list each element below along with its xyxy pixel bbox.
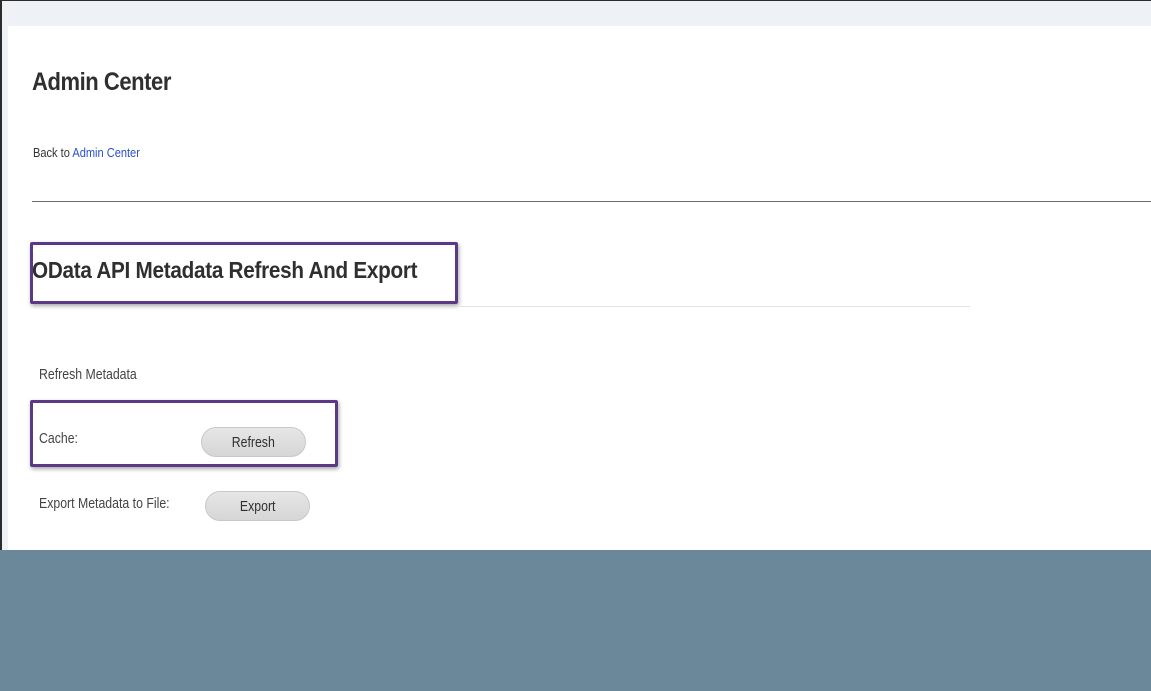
cache-label: Cache: (39, 430, 78, 447)
refresh-button-label: Refresh (231, 433, 276, 451)
export-button-label: Export (239, 497, 276, 515)
export-button[interactable]: Export (205, 491, 310, 521)
header-divider (32, 201, 1151, 202)
section-divider (460, 306, 970, 307)
footer-band (0, 550, 1151, 691)
breadcrumb: Back to Admin Center (33, 145, 140, 160)
page-title: Admin Center (32, 68, 171, 96)
export-metadata-label: Export Metadata to File: (39, 495, 170, 512)
content-panel: Admin Center Back to Admin Center OData … (8, 26, 1151, 550)
admin-center-link[interactable]: Admin Center (72, 145, 140, 160)
breadcrumb-prefix: Back to (33, 145, 70, 160)
refresh-button[interactable]: Refresh (201, 427, 306, 457)
section-title: OData API Metadata Refresh And Export (32, 257, 418, 283)
refresh-metadata-label: Refresh Metadata (39, 366, 137, 383)
